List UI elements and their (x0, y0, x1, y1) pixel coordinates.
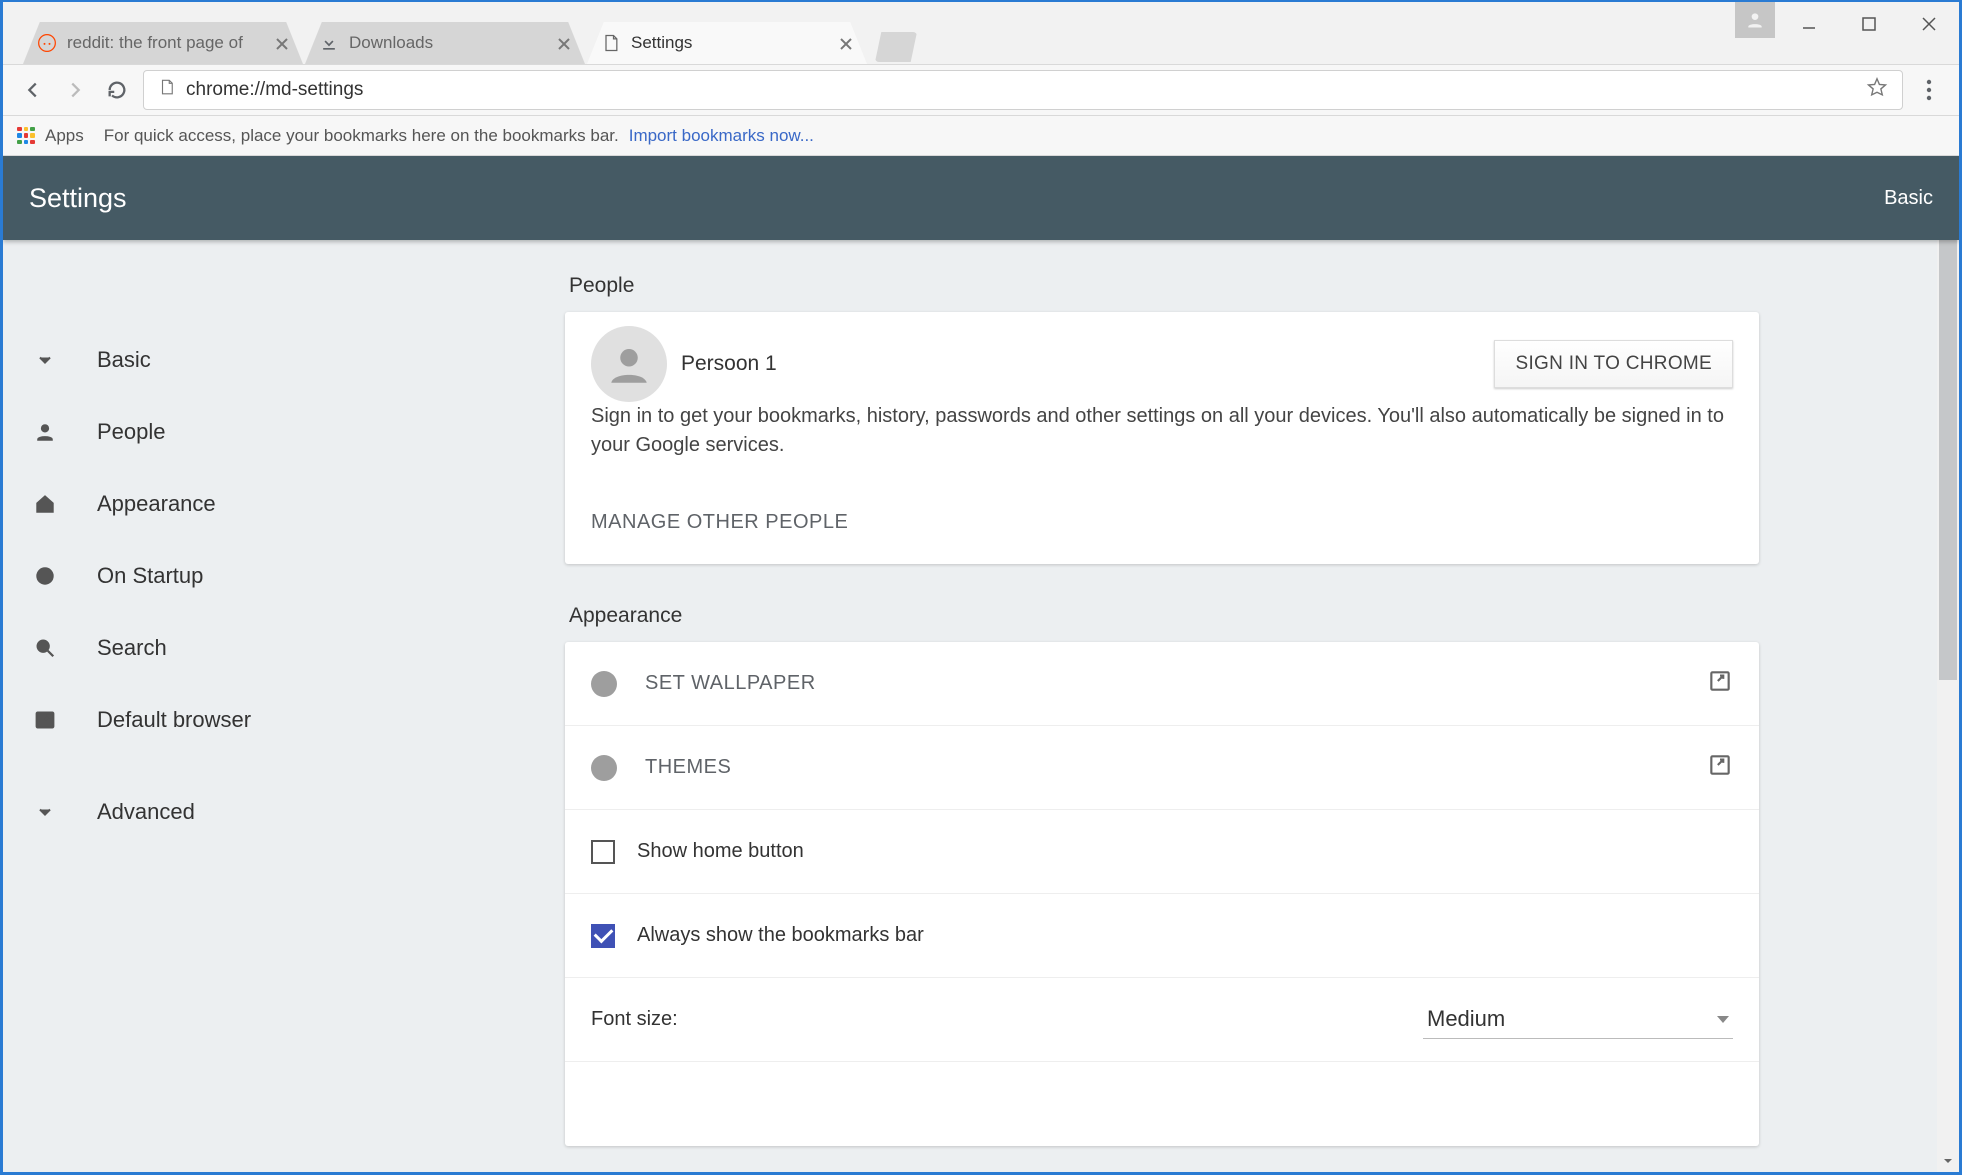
always-show-bookmarks-row[interactable]: Always show the bookmarks bar (565, 894, 1759, 978)
forward-button[interactable] (59, 74, 91, 106)
manage-people-label: MANAGE OTHER PEOPLE (591, 511, 848, 534)
font-size-row: Font size: Medium (565, 978, 1759, 1062)
person-icon (31, 418, 59, 446)
external-link-icon (1707, 668, 1733, 700)
always-show-bookmarks-label: Always show the bookmarks bar (637, 924, 924, 947)
settings-content: People Persoon 1 SIGN IN TO CHROME Sign … (389, 240, 1959, 1172)
tab-downloads[interactable]: Downloads (305, 22, 585, 64)
themes-row[interactable]: THEMES (565, 726, 1759, 810)
section-title-appearance: Appearance (569, 604, 1759, 628)
minimize-button[interactable] (1779, 4, 1839, 44)
settings-body: Basic People Appearance On Startup Searc… (3, 240, 1959, 1172)
reddit-icon (37, 33, 57, 53)
appearance-card: SET WALLPAPER THEMES Show home button (565, 642, 1759, 1146)
chevron-down-icon (31, 798, 59, 826)
set-wallpaper-row[interactable]: SET WALLPAPER (565, 642, 1759, 726)
tab-label: reddit: the front page of (67, 33, 267, 53)
sidebar-item-label: Basic (97, 347, 151, 373)
sidebar-item-default-browser[interactable]: Default browser (3, 684, 389, 756)
reload-button[interactable] (101, 74, 133, 106)
checkbox-checked[interactable] (591, 924, 615, 948)
font-size-value: Medium (1427, 1006, 1505, 1032)
browser-icon (31, 706, 59, 734)
page-icon (158, 78, 176, 102)
maximize-button[interactable] (1839, 4, 1899, 44)
close-tab-icon[interactable] (557, 36, 571, 50)
search-icon (31, 634, 59, 662)
section-title-people: People (569, 274, 1759, 298)
close-window-button[interactable] (1899, 4, 1959, 44)
sidebar-item-label: Appearance (97, 491, 216, 517)
checkbox-unchecked[interactable] (591, 840, 615, 864)
avatar (591, 326, 667, 402)
scroll-down-icon[interactable] (1937, 1150, 1959, 1172)
settings-sidebar: Basic People Appearance On Startup Searc… (3, 240, 389, 1172)
sidebar-item-people[interactable]: People (3, 396, 389, 468)
page-title: Settings (29, 183, 127, 214)
vertical-scrollbar[interactable] (1937, 240, 1959, 1172)
external-link-icon (1707, 752, 1733, 784)
sidebar-item-search[interactable]: Search (3, 612, 389, 684)
dropdown-caret-icon (1717, 1016, 1729, 1023)
manage-people-row[interactable]: MANAGE OTHER PEOPLE (565, 480, 1759, 564)
close-tab-icon[interactable] (275, 36, 289, 50)
chevron-down-icon (31, 346, 59, 374)
customize-fonts-row[interactable] (565, 1062, 1759, 1146)
tab-label: Settings (631, 33, 831, 53)
sidebar-item-label: People (97, 419, 166, 445)
url-text: chrome://md-settings (186, 79, 1866, 101)
sidebar-item-advanced[interactable]: Advanced (3, 776, 389, 848)
bookmarks-hint: For quick access, place your bookmarks h… (104, 126, 619, 146)
import-bookmarks-link[interactable]: Import bookmarks now... (629, 126, 814, 146)
wallpaper-icon (591, 671, 617, 697)
people-card: Persoon 1 SIGN IN TO CHROME Sign in to g… (565, 312, 1759, 564)
apps-label[interactable]: Apps (45, 126, 84, 146)
scrollbar-thumb[interactable] (1939, 240, 1957, 680)
sidebar-item-label: On Startup (97, 563, 203, 589)
bookmark-star-icon[interactable] (1866, 76, 1888, 104)
sign-in-description: Sign in to get your bookmarks, history, … (565, 402, 1759, 480)
tab-reddit[interactable]: reddit: the front page of (23, 22, 303, 64)
profile-button[interactable] (1735, 2, 1775, 38)
page-icon (601, 33, 621, 53)
sidebar-item-basic[interactable]: Basic (3, 324, 389, 396)
back-button[interactable] (17, 74, 49, 106)
new-tab-button[interactable] (875, 32, 917, 62)
sign-in-button[interactable]: SIGN IN TO CHROME (1494, 340, 1733, 388)
sidebar-item-on-startup[interactable]: On Startup (3, 540, 389, 612)
tab-settings[interactable]: Settings (587, 22, 867, 64)
download-icon (319, 33, 339, 53)
sidebar-item-label: Default browser (97, 707, 251, 733)
bookmarks-bar: Apps For quick access, place your bookma… (3, 116, 1959, 156)
sidebar-item-label: Search (97, 635, 167, 661)
font-size-select[interactable]: Medium (1423, 1000, 1733, 1039)
set-wallpaper-label: SET WALLPAPER (645, 672, 816, 695)
close-tab-icon[interactable] (839, 36, 853, 50)
apps-icon[interactable] (17, 127, 35, 145)
settings-page: Settings Basic Basic People Appearance (3, 156, 1959, 1172)
settings-header: Settings Basic (3, 156, 1959, 240)
sidebar-item-label: Advanced (97, 799, 195, 825)
themes-icon (591, 755, 617, 781)
titlebar: reddit: the front page of Downloads Sett… (3, 2, 1959, 64)
header-section-label: Basic (1884, 187, 1933, 210)
font-size-label: Font size: (591, 1008, 678, 1031)
browser-menu-button[interactable] (1913, 79, 1945, 101)
themes-label: THEMES (645, 756, 731, 779)
browser-window: reddit: the front page of Downloads Sett… (0, 0, 1962, 1175)
tab-strip: reddit: the front page of Downloads Sett… (23, 16, 917, 64)
window-controls (1779, 4, 1959, 44)
tab-label: Downloads (349, 33, 549, 53)
sidebar-item-appearance[interactable]: Appearance (3, 468, 389, 540)
show-home-button-row[interactable]: Show home button (565, 810, 1759, 894)
profile-name: Persoon 1 (681, 352, 777, 376)
browser-toolbar: chrome://md-settings (3, 64, 1959, 116)
address-bar[interactable]: chrome://md-settings (143, 70, 1903, 110)
circle-icon (31, 562, 59, 590)
show-home-button-label: Show home button (637, 840, 804, 863)
home-icon (31, 490, 59, 518)
